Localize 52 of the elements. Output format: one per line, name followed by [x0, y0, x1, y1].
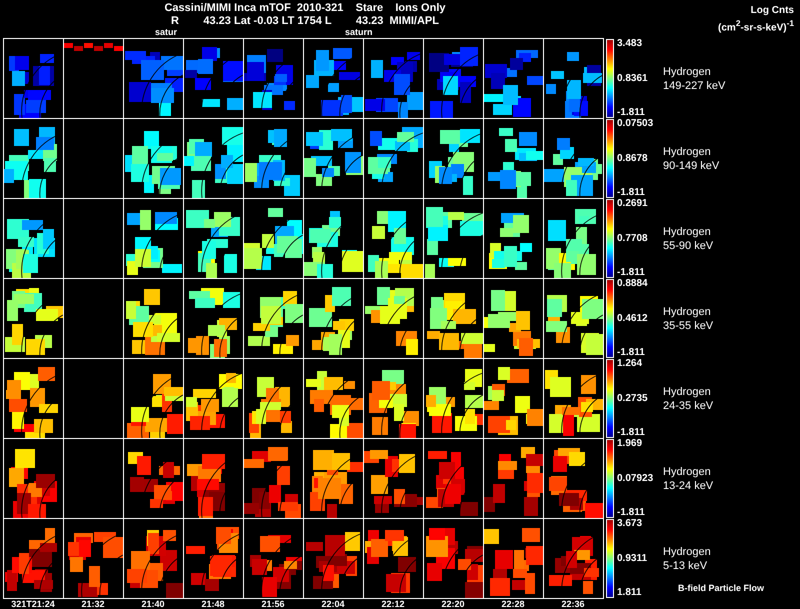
time-label: 321T21:24	[10, 599, 56, 609]
scale-mid: 0.07923	[617, 474, 654, 484]
orbit-info: R 43.23 Lat -0.03 LT 1754 L 43.23 MIMI/APL	[171, 15, 439, 28]
scale-max: 3.483	[617, 39, 644, 49]
scale-min: -1.811	[617, 268, 646, 278]
energy-range: 5-13 keV	[663, 559, 708, 573]
time-label: 22:28	[500, 599, 526, 609]
scale-mid: 0.8361	[617, 74, 649, 84]
overlay-label: saturn	[345, 28, 373, 37]
scale-max: 1.264	[617, 359, 644, 369]
species-label: Hydrogen	[663, 465, 712, 479]
scale-mid: 0.7708	[617, 234, 649, 244]
scale-min: -1.811	[617, 428, 646, 438]
species-label: Hydrogen	[663, 545, 711, 559]
scale-mid: 0.2735	[617, 394, 649, 404]
time-label: 22:04	[320, 599, 346, 609]
scale-max: 0.8884	[617, 279, 649, 289]
species-label: Hydrogen	[663, 225, 712, 239]
energy-range: 55-90 keV	[663, 239, 714, 253]
species-label: Hydrogen	[663, 385, 712, 399]
scale-min: -1.811	[617, 508, 646, 518]
time-label: 21:56	[260, 599, 286, 609]
energy-range: 90-149 keV	[663, 159, 720, 173]
scale-max: 0.07503	[617, 119, 654, 129]
scale-min: -1.811	[617, 348, 646, 358]
energy-range: 13-24 keV	[663, 479, 714, 493]
energy-range: 24-35 keV	[663, 399, 714, 413]
scale-max: 0.2691	[617, 199, 649, 209]
energy-range: 149-227 keV	[663, 79, 726, 93]
units-label: Log Cnts	[750, 4, 794, 17]
scale-mid: 0.4612	[617, 314, 649, 324]
time-label: 21:48	[200, 599, 226, 609]
overlay-label: satur	[155, 28, 178, 37]
scale-min: 1.811	[617, 588, 642, 598]
scale-mid: 0.9311	[617, 554, 648, 564]
species-label: Hydrogen	[663, 145, 712, 159]
species-label: Hydrogen	[663, 305, 712, 319]
time-label: 22:12	[380, 599, 406, 609]
time-label: 22:36	[560, 599, 586, 609]
scale-max: 3.673	[617, 519, 644, 529]
time-label: 21:40	[140, 599, 166, 609]
scale-min: -1.811	[617, 188, 646, 198]
scale-mid: 0.8678	[617, 154, 649, 164]
scale-max: 1.969	[617, 439, 644, 449]
species-label: Hydrogen	[663, 65, 712, 79]
energy-range: 35-55 keV	[663, 319, 714, 333]
units-text: (cm$^{2}$-sr-s-keV)$^{-1}$	[718, 17, 794, 34]
time-label: 21:32	[80, 599, 106, 609]
plot-title: Cassini/MIMI Inca mTOF 2010-321 Stare Ions Only	[164, 2, 446, 15]
time-label: 22:20	[440, 599, 466, 609]
scale-min: -1.811	[617, 108, 646, 118]
footnote: B-field Particle Flow	[678, 583, 764, 593]
